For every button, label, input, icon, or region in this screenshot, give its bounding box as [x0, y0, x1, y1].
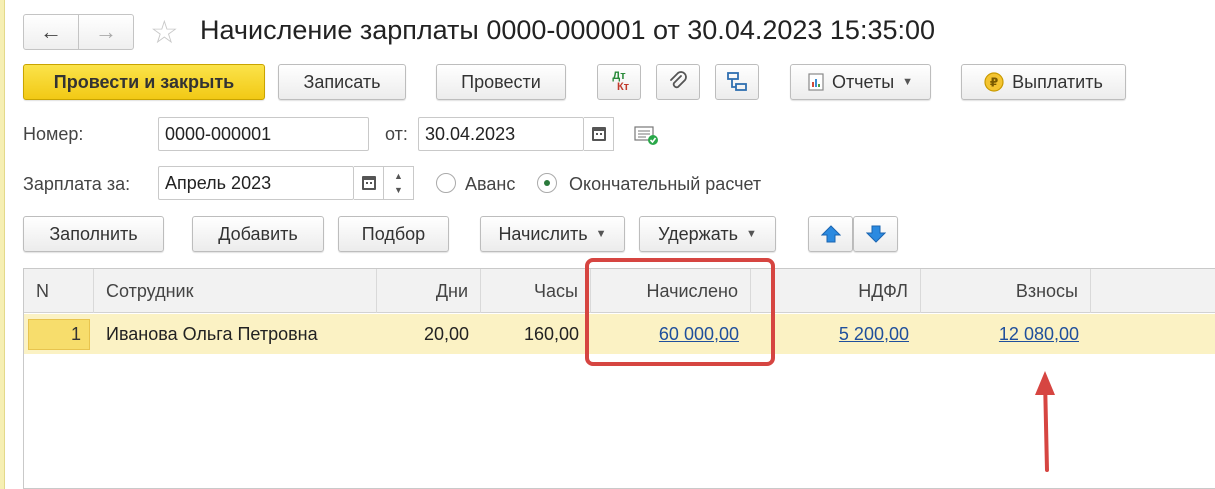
period-spinner[interactable]: ▲ ▼ — [384, 166, 414, 200]
salary-period-field[interactable]: Апрель 2023 — [158, 166, 354, 200]
post-button[interactable]: Провести — [436, 64, 566, 100]
salary-for-label: Зарплата за: — [23, 174, 131, 194]
move-up-button[interactable] — [808, 216, 853, 252]
radio-advance[interactable] — [436, 173, 456, 193]
post-and-close-label: Провести и закрыть — [53, 71, 235, 92]
date-label: от: — [385, 124, 408, 144]
date-field[interactable]: 30.04.2023 — [418, 117, 584, 151]
chevron-down-icon: ▼ — [745, 228, 757, 240]
annotation-arrow-icon — [1035, 371, 1055, 472]
employee-cell[interactable]: Иванова Ольга Петровна — [94, 314, 377, 354]
calendar-icon — [361, 176, 376, 190]
col-header-contributions[interactable]: Взносы — [921, 269, 1091, 313]
structure-button[interactable] — [715, 64, 759, 100]
pay-label: Выплатить — [1012, 71, 1103, 92]
svg-text:₽: ₽ — [990, 76, 998, 90]
number-label: Номер: — [23, 124, 84, 144]
arrow-down-icon — [865, 225, 886, 243]
pay-button[interactable]: ₽ Выплатить — [961, 64, 1126, 100]
left-panel-strip — [0, 0, 5, 489]
post-label: Провести — [461, 71, 541, 92]
chevron-down-icon: ▼ — [902, 76, 914, 88]
spin-up-icon[interactable]: ▲ — [394, 169, 403, 183]
contributions-link[interactable]: 12 080,00 — [921, 314, 1091, 354]
back-button[interactable]: ← — [24, 15, 79, 49]
save-button[interactable]: Записать — [278, 64, 406, 100]
ndfl-link[interactable]: 5 200,00 — [751, 314, 921, 354]
pick-label: Подбор — [361, 223, 426, 244]
radio-final[interactable] — [537, 173, 557, 193]
col-header-employee[interactable]: Сотрудник — [94, 269, 377, 313]
accrue-button[interactable]: Начислить ▼ — [480, 216, 625, 252]
arrow-up-icon — [820, 225, 841, 243]
col-header-hours[interactable]: Часы — [481, 269, 591, 313]
fill-button[interactable]: Заполнить — [23, 216, 164, 252]
number-field[interactable]: 0000-000001 — [158, 117, 369, 151]
col-header-n[interactable]: N — [24, 269, 94, 313]
chevron-down-icon: ▼ — [595, 228, 607, 240]
period-calendar-button[interactable] — [354, 166, 384, 200]
nav-buttons: ← → — [23, 14, 134, 50]
add-label: Добавить — [218, 223, 298, 244]
hours-cell[interactable]: 160,00 — [481, 314, 591, 354]
withhold-button[interactable]: Удержать ▼ — [639, 216, 776, 252]
days-cell[interactable]: 20,00 — [377, 314, 481, 354]
col-header-ndfl[interactable]: НДФЛ — [751, 269, 921, 313]
annotation-highlight-box — [585, 258, 775, 366]
dt-kt-button[interactable]: Дт Кт — [597, 64, 641, 100]
pick-button[interactable]: Подбор — [338, 216, 449, 252]
radio-final-label: Окончательный расчет — [569, 174, 762, 194]
forward-button[interactable]: → — [79, 15, 133, 49]
post-and-close-button[interactable]: Провести и закрыть — [23, 64, 265, 100]
add-button[interactable]: Добавить — [192, 216, 324, 252]
ruble-coin-icon: ₽ — [984, 72, 1004, 92]
radio-advance-label: Аванс — [465, 174, 516, 194]
report-icon — [808, 73, 824, 91]
spin-down-icon[interactable]: ▼ — [394, 183, 403, 197]
withhold-label: Удержать — [658, 223, 738, 244]
reports-label: Отчеты — [831, 71, 895, 92]
reports-button[interactable]: Отчеты ▼ — [790, 64, 931, 100]
paperclip-icon — [670, 71, 687, 89]
accrue-label: Начислить — [498, 223, 588, 244]
row-number-cell[interactable]: 1 — [28, 319, 90, 350]
document-check-icon[interactable] — [634, 124, 660, 148]
col-header-days[interactable]: Дни — [377, 269, 481, 313]
dt-kt-icon: Дт Кт — [612, 70, 630, 93]
page-title: Начисление зарплаты 0000-000001 от 30.04… — [200, 15, 936, 45]
date-calendar-button[interactable] — [584, 117, 614, 151]
favorite-star-icon[interactable]: ☆ — [150, 14, 179, 50]
move-down-button[interactable] — [853, 216, 898, 252]
save-label: Записать — [303, 71, 381, 92]
fill-label: Заполнить — [49, 223, 138, 244]
attach-button[interactable] — [656, 64, 700, 100]
structure-icon — [727, 72, 747, 91]
calendar-icon — [591, 127, 606, 141]
